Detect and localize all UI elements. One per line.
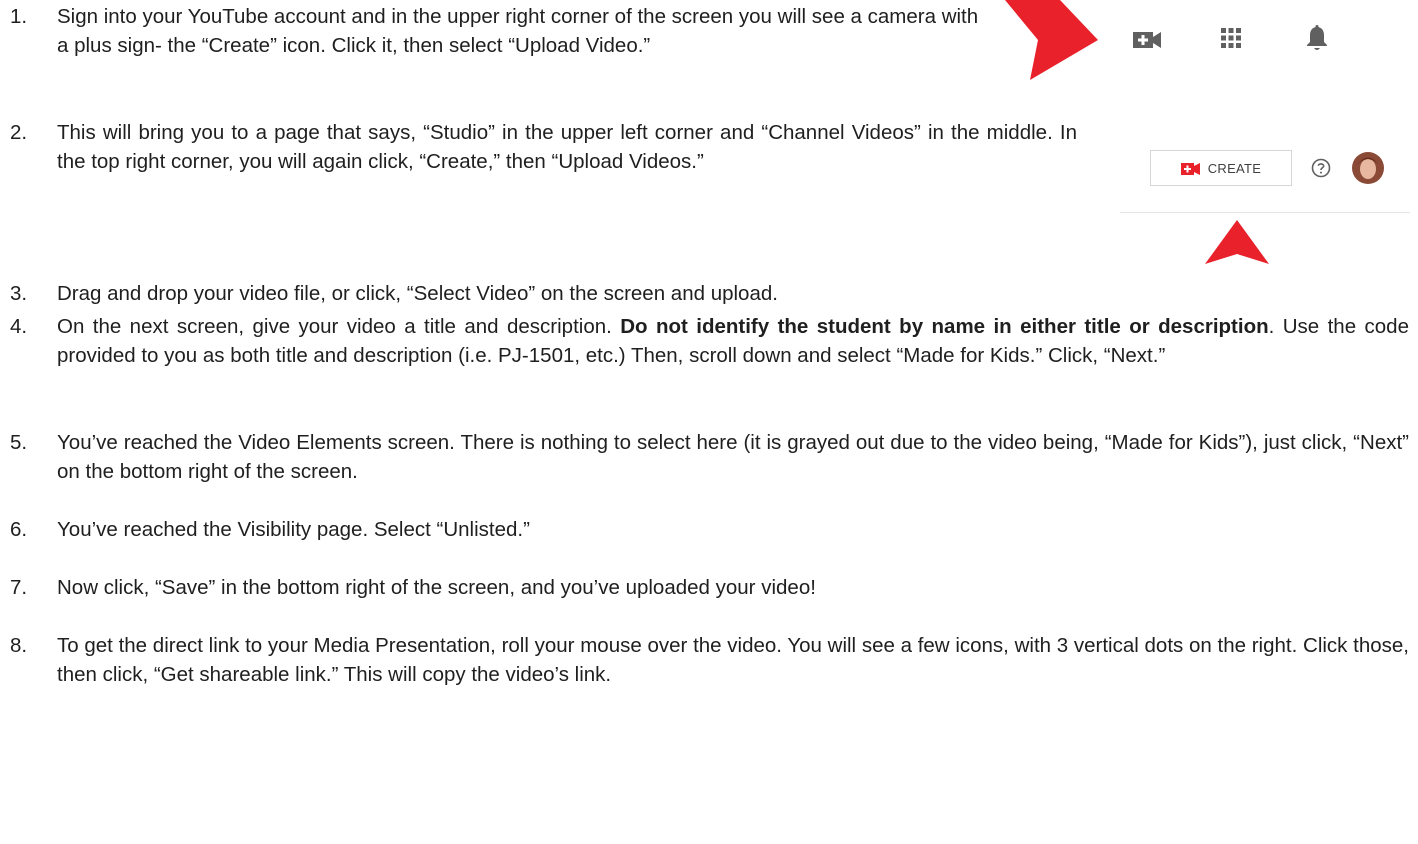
help-icon[interactable] [1311, 158, 1331, 183]
create-button-label: CREATE [1207, 160, 1262, 176]
red-arrow-pointer [1205, 220, 1269, 264]
step-text: You’ve reached the Visibility page. Sele… [57, 518, 530, 541]
user-avatar[interactable] [1351, 151, 1385, 190]
step-text: Now click, “Save” in the bottom right of… [57, 576, 816, 599]
apps-grid-icon[interactable] [1220, 27, 1242, 54]
step-number: 4. [10, 315, 28, 338]
step-number: 1. [10, 5, 28, 28]
studio-create-screenshot: CREATE [1120, 138, 1410, 268]
step-number: 6. [10, 518, 28, 541]
step-text: You’ve reached the Video Elements screen… [57, 431, 1409, 483]
step-text-part: On the next screen, give your video a ti… [57, 315, 621, 338]
step-number: 7. [10, 576, 28, 599]
header-bottom-border [1120, 212, 1410, 213]
create-video-icon[interactable] [1133, 29, 1161, 56]
youtube-header-screenshot [1000, 0, 1410, 80]
step-text: Drag and drop your video file, or click,… [57, 282, 778, 305]
step-text: This will bring you to a page that says,… [57, 121, 1077, 173]
step-text: To get the direct link to your Media Pre… [57, 634, 1409, 686]
step-text: Sign into your YouTube account and in th… [57, 5, 979, 57]
step-number: 5. [10, 431, 28, 454]
create-button[interactable]: CREATE [1150, 150, 1292, 186]
create-video-icon [1180, 162, 1200, 175]
step-number: 3. [10, 282, 28, 305]
step-warning-bold: Do not identify the student by name in e… [620, 315, 1269, 338]
step-number: 2. [10, 121, 28, 144]
red-arrow-pointer [1005, 0, 1098, 80]
step-number: 8. [10, 634, 28, 657]
notification-bell-icon[interactable] [1306, 25, 1328, 57]
step-text: On the next screen, give your video a ti… [57, 312, 1409, 370]
